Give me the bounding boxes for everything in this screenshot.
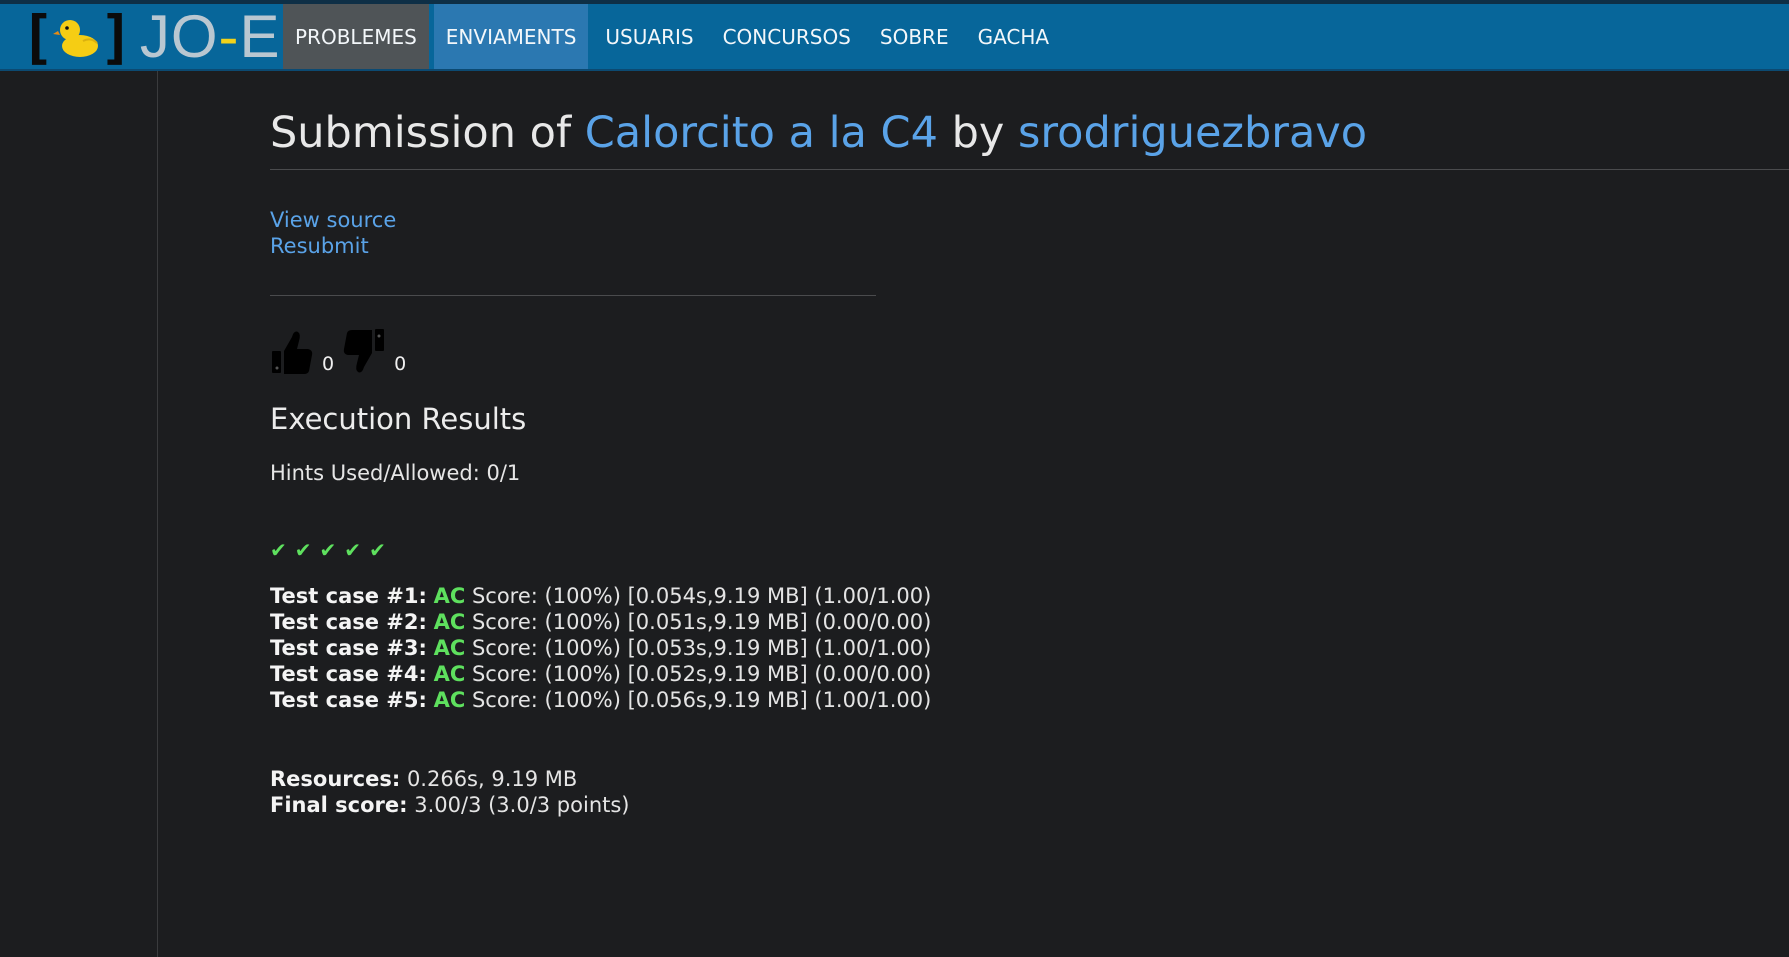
test-case-row: Test case #3: AC Score: (100%) [0.053s,9… xyxy=(270,635,931,661)
check-icon: ✔ xyxy=(270,538,287,562)
thumbs-down-icon[interactable] xyxy=(342,327,386,377)
thumbs-up-icon[interactable] xyxy=(270,327,314,377)
test-case-label: Test case #3: xyxy=(270,636,427,660)
downvote-count: 0 xyxy=(394,353,407,375)
title-prefix: Submission of xyxy=(270,108,572,158)
nav-item-gacha[interactable]: GACHA xyxy=(966,4,1062,69)
test-case-label: Test case #1: xyxy=(270,584,427,608)
submission-actions: View source Resubmit xyxy=(270,207,396,259)
nav-item-concursos[interactable]: CONCURSOS xyxy=(711,4,863,69)
test-case-label: Test case #5: xyxy=(270,688,427,712)
test-detail: Score: (100%) [0.051s,9.19 MB] (0.00/0.0… xyxy=(471,610,932,634)
check-icon: ✔ xyxy=(294,538,312,562)
check-icon: ✔ xyxy=(369,538,386,562)
test-verdict: AC xyxy=(433,636,466,660)
sidebar-divider xyxy=(157,71,158,957)
site-name-part1: JO xyxy=(139,3,219,70)
title-by: by xyxy=(951,108,1005,158)
test-verdict: AC xyxy=(433,584,466,608)
nav-item-enviaments[interactable]: ENVIAMENTS xyxy=(433,4,589,69)
check-icon: ✔ xyxy=(344,538,362,562)
result-summary: Resources: 0.266s, 9.19 MB Final score: … xyxy=(270,766,630,818)
test-status-checks: ✔ ✔ ✔ ✔ ✔ xyxy=(270,538,394,562)
hints-used: Hints Used/Allowed: 0/1 xyxy=(270,461,521,485)
nav-item-sobre[interactable]: SOBRE xyxy=(868,4,961,69)
test-case-label: Test case #4: xyxy=(270,662,427,686)
user-link[interactable]: srodriguezbravo xyxy=(1018,108,1367,158)
duck-logo-icon xyxy=(52,15,101,59)
execution-results-heading: Execution Results xyxy=(270,402,527,436)
title-divider xyxy=(270,169,1789,170)
test-detail: Score: (100%) [0.056s,9.19 MB] (1.00/1.0… xyxy=(471,688,932,712)
test-detail: Score: (100%) [0.053s,9.19 MB] (1.00/1.0… xyxy=(471,636,932,660)
site-name-dash: - xyxy=(218,3,240,70)
test-case-row: Test case #2: AC Score: (100%) [0.051s,9… xyxy=(270,609,931,635)
test-verdict: AC xyxy=(433,662,466,686)
test-case-row: Test case #1: AC Score: (100%) [0.054s,9… xyxy=(270,583,931,609)
resubmit-link[interactable]: Resubmit xyxy=(270,234,369,258)
test-case-label: Test case #2: xyxy=(270,610,427,634)
view-source-link[interactable]: View source xyxy=(270,208,396,232)
test-verdict: AC xyxy=(433,610,466,634)
site-logo[interactable]: [ ] JO-EL xyxy=(20,3,315,71)
nav-item-usuaris[interactable]: USUARIS xyxy=(593,4,705,69)
test-verdict: AC xyxy=(433,688,466,712)
final-score-label: Final score: xyxy=(270,793,408,817)
test-detail: Score: (100%) [0.054s,9.19 MB] (1.00/1.0… xyxy=(471,584,932,608)
resources-label: Resources: xyxy=(270,767,401,791)
actions-divider xyxy=(270,295,876,296)
nav-item-problemes[interactable]: PROBLEMES xyxy=(283,4,429,69)
logo-left-bracket: [ xyxy=(20,3,55,71)
main-nav: PROBLEMES ENVIAMENTS USUARIS CONCURSOS S… xyxy=(283,4,1066,69)
test-case-row: Test case #5: AC Score: (100%) [0.056s,9… xyxy=(270,687,931,713)
vote-bar: 0 0 xyxy=(270,327,414,377)
page-title: Submission of Calorcito a la C4 by srodr… xyxy=(270,108,1367,158)
final-score-value: 3.00/3 (3.0/3 points) xyxy=(414,793,630,817)
test-detail: Score: (100%) [0.052s,9.19 MB] (0.00/0.0… xyxy=(471,662,932,686)
check-icon: ✔ xyxy=(319,538,337,562)
upvote-count: 0 xyxy=(322,353,335,375)
problem-link[interactable]: Calorcito a la C4 xyxy=(585,108,938,158)
navbar: [ ] JO-EL PROBLEMES ENVIAMENTS USUARIS C… xyxy=(0,4,1789,71)
test-case-list: Test case #1: AC Score: (100%) [0.054s,9… xyxy=(270,583,931,713)
resources-value: 0.266s, 9.19 MB xyxy=(406,767,578,791)
test-case-row: Test case #4: AC Score: (100%) [0.052s,9… xyxy=(270,661,931,687)
logo-right-bracket: ] xyxy=(98,3,134,71)
